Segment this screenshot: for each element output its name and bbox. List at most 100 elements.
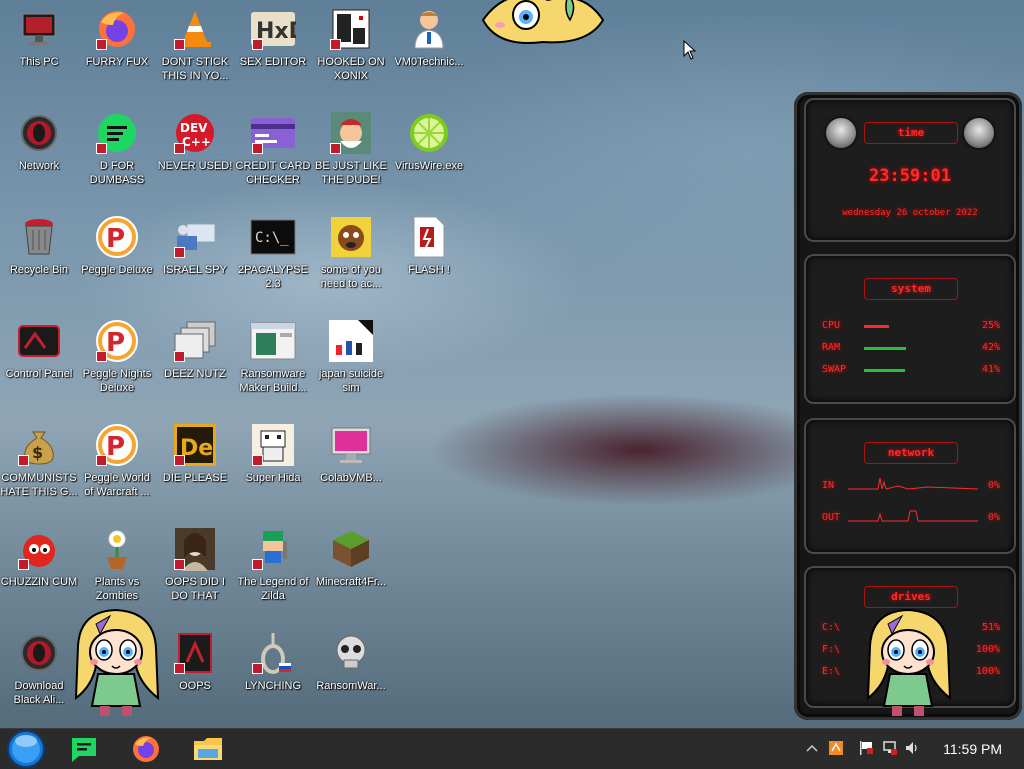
desktop-icon-peggle-wow[interactable]: P Peggle World of Warcraft ... <box>78 416 156 516</box>
shortcut-arrow-icon <box>252 143 263 154</box>
desktop-icon-sex-editor[interactable]: HxD SEX EDITOR <box>234 0 312 100</box>
drives-row-value: 51% <box>981 622 1000 633</box>
desktop-icon-furry-fux[interactable]: FURRY FUX <box>78 0 156 100</box>
taskbar-firefox[interactable] <box>124 731 168 767</box>
desktop-icon-ransomwar[interactable]: RansomWar... <box>312 624 390 724</box>
skull-icon <box>328 630 374 676</box>
desktop-icon-lynching[interactable]: LYNCHING <box>234 624 312 724</box>
desktop-icon-oops[interactable]: OOPS <box>156 624 234 724</box>
network-row-value: 0% <box>987 512 1000 523</box>
desktop-icon-control-panel[interactable]: Control Panel <box>0 312 78 412</box>
desktop-icon-recycle-bin[interactable]: Recycle Bin <box>0 208 78 308</box>
drives-row-value: 100% <box>975 666 1000 677</box>
shortcut-arrow-icon <box>252 455 263 466</box>
desktop-icon-israel-spy[interactable]: ISRAEL SPY <box>156 208 234 308</box>
desktop-icon-label: OOPS <box>179 680 211 692</box>
grass-block-icon <box>328 526 374 572</box>
peggle-icon: P <box>94 318 140 364</box>
firefox-icon <box>133 736 159 762</box>
shortcut-arrow-icon <box>18 455 29 466</box>
peggle-icon: P <box>94 422 140 468</box>
desktop-icon-colabvmb[interactable]: ColabVMB... <box>312 416 390 516</box>
alien-head-right-icon <box>964 118 994 148</box>
svg-text:DEV: DEV <box>180 121 208 135</box>
system-row-cpu: CPU 25% <box>822 320 1000 334</box>
desktop-icon-label: RansomWar... <box>316 680 386 692</box>
spy-computer-icon <box>172 214 218 260</box>
shortcut-arrow-icon <box>174 39 185 50</box>
tray-overflow-button[interactable] <box>804 740 820 756</box>
desktop-icon-some-of-you[interactable]: some of you need to ac... <box>312 208 390 308</box>
desktop-icon-deez-nutz[interactable]: DEEZ NUTZ <box>156 312 234 412</box>
desktop-icon-hooked-on-xonix[interactable]: HOOKED ON XONIX <box>312 0 390 100</box>
window-icon <box>250 318 296 364</box>
santa-icon <box>328 110 374 156</box>
time-clock: 23:59:01 <box>869 166 951 186</box>
desktop-icon-this-pc[interactable]: This PC <box>0 0 78 100</box>
desktop-icon-d-for-dumbass[interactable]: D FOR DUMBASS <box>78 104 156 204</box>
system-level-bar <box>864 325 889 328</box>
alien-head-left-icon <box>826 118 856 148</box>
credit-card-icon <box>250 110 296 156</box>
taskbar-clock[interactable]: 11:59 PM <box>943 741 1002 757</box>
desktop-icon-vm0technic[interactable]: VM0Technic... <box>390 0 468 100</box>
desktop-icon-label: COMMUNISTS HATE THIS G... <box>0 472 78 498</box>
desktop-icon-label: OOPS DID I DO THAT <box>165 576 225 602</box>
system-row-value: 25% <box>981 320 1000 331</box>
desktop-icon-minecraft[interactable]: Minecraft4Fr... <box>312 520 390 620</box>
tray-volume[interactable] <box>904 740 920 756</box>
desktop-icon-label: FLASH ! <box>408 264 450 276</box>
desktop-icon-peggle-deluxe[interactable]: P Peggle Deluxe <box>78 208 156 308</box>
network-row-label: IN <box>822 480 835 491</box>
tray-orange-app[interactable] <box>828 740 844 756</box>
system-title: system <box>864 278 958 300</box>
system-level-bar <box>864 369 905 372</box>
network-row-label: OUT <box>822 512 841 523</box>
desktop-icon-legend-of-zilda[interactable]: The Legend of Zilda <box>234 520 312 620</box>
devcpp-icon: DEV C++ <box>172 110 218 156</box>
desktop-icon-download-black-ali[interactable]: Download Black Ali... <box>0 624 78 724</box>
desktop-icon-viruswire[interactable]: VirusWire.exe <box>390 104 468 204</box>
shortcut-arrow-icon <box>174 351 185 362</box>
start-orb-icon <box>7 730 45 768</box>
desktop-icon-oops-did-i[interactable]: OOPS DID I DO THAT <box>156 520 234 620</box>
desktop-icon-plants-vs-zombies[interactable]: Plants vs Zombies <box>78 520 156 620</box>
desktop-icon-be-just-like-dude[interactable]: BE JUST LIKE THE DUDE! <box>312 104 390 204</box>
desktop-icon-2pacalypse[interactable]: C:\_ 2PACALYPSE 2.3 <box>234 208 312 308</box>
desktop-icon-label: Network <box>18 160 60 172</box>
desktop-icon-dont-stick[interactable]: DONT STICK THIS IN YO... <box>156 0 234 100</box>
shortcut-arrow-icon <box>96 351 107 362</box>
taskbar-file-explorer[interactable] <box>186 731 230 767</box>
tray-action-center[interactable] <box>858 740 874 756</box>
tray-network[interactable] <box>882 740 898 756</box>
shortcut-arrow-icon <box>252 559 263 570</box>
desktop-icon-super-hida[interactable]: Super Hida <box>234 416 312 516</box>
svg-text:P: P <box>106 432 125 462</box>
desktop-icon-japan-suicide-sim[interactable]: japan suicide sim <box>312 312 390 412</box>
desktop-icon-label: VirusWire.exe <box>394 160 464 172</box>
star-character-left <box>70 606 162 718</box>
desktop-icon-die-please[interactable]: De DIE PLEASE <box>156 416 234 516</box>
desktop-icon-chuzzin-cum[interactable]: CHUZZIN CUM <box>0 520 78 620</box>
desktop-icon-label: VM0Technic... <box>394 56 464 68</box>
shortcut-arrow-icon <box>174 143 185 154</box>
desktop-icon-network[interactable]: Network <box>0 104 78 204</box>
desktop-icon-label: Peggle Nights Deluxe <box>82 368 152 394</box>
desktop-icon-flash[interactable]: FLASH ! <box>390 208 468 308</box>
shortcut-arrow-icon <box>174 455 185 466</box>
flash-document-icon <box>406 214 452 260</box>
alienware-orb-icon <box>16 630 62 676</box>
desktop-icon-never-used[interactable]: DEV C++ NEVER USED! <box>156 104 234 204</box>
vlc-cone-icon <box>172 6 218 52</box>
desktop-icon-peggle-nights[interactable]: P Peggle Nights Deluxe <box>78 312 156 412</box>
taskbar-chat-app[interactable] <box>62 731 106 767</box>
desktop-icon-credit-card-checker[interactable]: CREDIT CARD CHECKER <box>234 104 312 204</box>
svg-text:P: P <box>106 328 125 358</box>
desktop-icon-label: Super Hida <box>245 472 301 484</box>
lime-icon <box>406 110 452 156</box>
desktop-icon-label: Download Black Ali... <box>13 680 65 706</box>
hxd-editor-icon: HxD <box>250 6 296 52</box>
desktop-icon-ransomware-maker[interactable]: Ransomware Maker Build... <box>234 312 312 412</box>
desktop-icon-communists[interactable]: $ COMMUNISTS HATE THIS G... <box>0 416 78 516</box>
start-button[interactable] <box>4 730 48 768</box>
